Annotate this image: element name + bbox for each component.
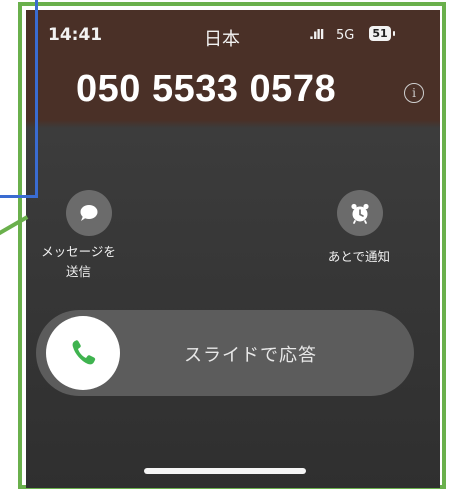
- annotation-frame-blue: [0, 0, 38, 198]
- send-message-label: メッセージを 送信: [26, 242, 131, 282]
- phone-icon: [72, 340, 96, 365]
- battery-icon: 51: [369, 26, 395, 41]
- send-message-button[interactable]: [66, 190, 112, 236]
- send-message-label-line1: メッセージを: [41, 244, 116, 259]
- home-indicator[interactable]: [144, 468, 306, 474]
- status-time: 14:41: [48, 25, 103, 45]
- status-carrier: 日本: [204, 29, 240, 50]
- slide-to-answer-label: スライドで応答: [184, 345, 317, 366]
- alarm-clock-icon: [351, 203, 369, 224]
- incoming-call-screen: 14:41 日本 .ıll 5G 51 050 5533 0578 i メッセー…: [26, 10, 440, 488]
- signal-strength-icon: .ıll: [309, 28, 324, 43]
- message-bubble-icon: [80, 205, 98, 221]
- remind-me-label: あとで通知: [327, 249, 391, 264]
- caller-number: 050 5533 0578: [76, 68, 337, 110]
- info-icon[interactable]: i: [404, 83, 424, 103]
- send-message-label-line2: 送信: [65, 264, 91, 279]
- remind-me-button[interactable]: [337, 190, 383, 236]
- status-bar: 14:41 日本 .ıll 5G 51: [26, 10, 440, 50]
- network-type: 5G: [336, 28, 355, 43]
- slide-to-answer-track[interactable]: スライドで応答: [36, 310, 414, 396]
- answer-slider-knob[interactable]: [46, 316, 120, 390]
